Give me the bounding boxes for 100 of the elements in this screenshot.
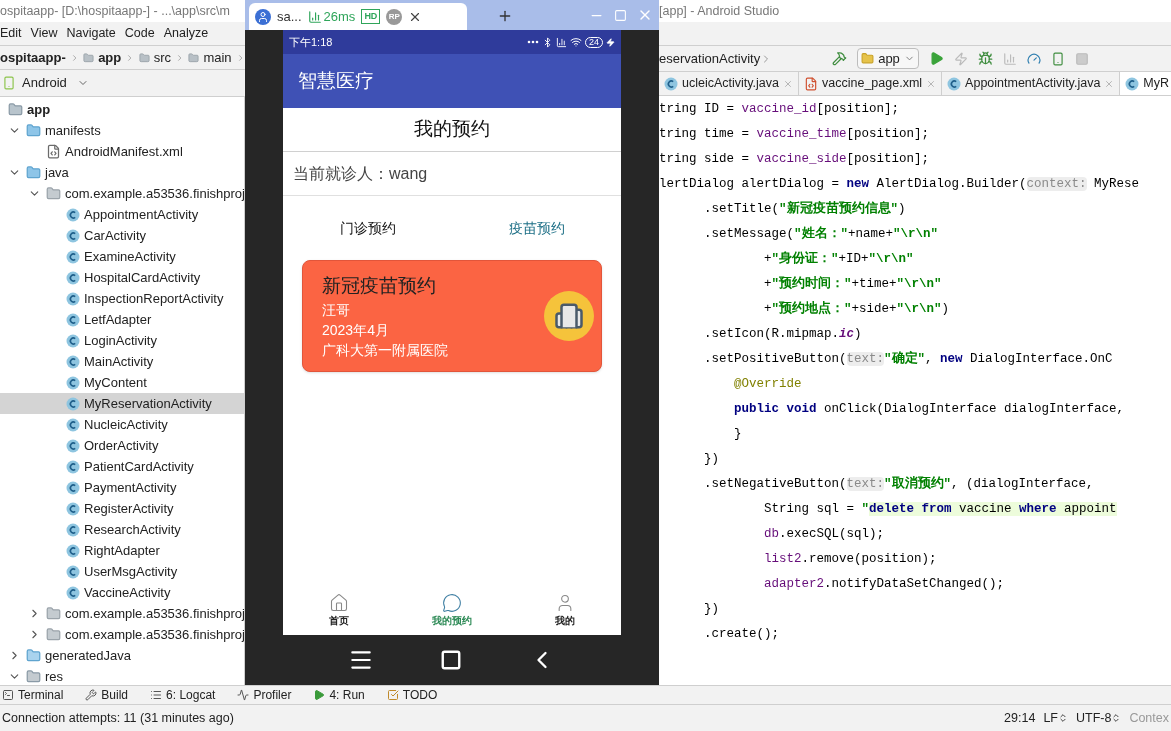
tool-window-button[interactable]: 6: Logcat xyxy=(150,686,216,704)
tree-item[interactable]: java xyxy=(0,162,244,183)
editor-tab[interactable]: MyR xyxy=(1120,72,1171,95)
appointment-tab[interactable]: 门诊预约 xyxy=(331,213,404,243)
tree-item[interactable]: NucleicActivity xyxy=(0,414,244,435)
menu-item[interactable]: Code xyxy=(124,24,155,43)
folder-icon xyxy=(861,52,875,65)
tree-item[interactable]: LoginActivity xyxy=(0,330,244,351)
code-line: .setMessage("姓名："+name+"\r\n" xyxy=(703,225,940,243)
hospital-name: 广科大第一附属医院 xyxy=(322,341,448,360)
tool-window-button[interactable]: 4: Run xyxy=(313,686,365,704)
run-icon[interactable] xyxy=(313,689,326,701)
menu-item[interactable]: Navigate xyxy=(66,24,116,43)
tree-item[interactable]: CarActivity xyxy=(0,225,244,246)
class-icon xyxy=(947,76,962,91)
breadcrumb-item[interactable]: ospitaapp- xyxy=(0,47,66,68)
breadcrumb-item[interactable]: main xyxy=(203,47,232,68)
device-icon[interactable] xyxy=(1050,51,1065,66)
editor-tab[interactable]: vaccine_page.xml xyxy=(799,72,943,95)
tree-item[interactable]: app xyxy=(0,99,244,120)
home-square-icon[interactable] xyxy=(440,649,462,671)
tree-item[interactable]: AppointmentActivity xyxy=(0,204,244,225)
project-view-dropdown[interactable]: Android xyxy=(22,73,67,93)
class-icon xyxy=(66,501,80,516)
run-icon[interactable] xyxy=(928,51,944,66)
class-icon xyxy=(66,291,80,306)
gauge-icon[interactable] xyxy=(1026,51,1041,66)
new-tab-icon[interactable] xyxy=(497,8,513,24)
menu-item[interactable]: View xyxy=(30,24,58,43)
tree-item[interactable]: MyContent xyxy=(0,372,244,393)
tree-item[interactable]: UserMsgActivity xyxy=(0,561,244,582)
tree-item[interactable]: OrderActivity xyxy=(0,435,244,456)
window-title: ospitaapp- [D:\hospitaapp-] - ...\app\src\m xyxy=(0,2,230,20)
class-icon xyxy=(66,228,80,243)
tree-item[interactable]: manifests xyxy=(0,120,244,141)
line-separator[interactable]: LF xyxy=(1043,708,1068,728)
tree-item[interactable]: MainActivity xyxy=(0,351,244,372)
tree-item[interactable]: VaccineActivity xyxy=(0,582,244,603)
vaccine-appointment-card[interactable]: 新冠疫苗预约 汪哥 2023年4月 广科大第一附属医院 xyxy=(302,260,602,372)
tree-item[interactable]: HospitalCardActivity xyxy=(0,267,244,288)
up-down-icon xyxy=(1111,713,1122,723)
class-icon xyxy=(66,585,80,600)
tree-item[interactable]: res xyxy=(0,666,244,685)
tool-window-button[interactable]: Terminal xyxy=(2,686,64,704)
tree-item[interactable]: RightAdapter xyxy=(0,540,244,561)
tree-item[interactable]: com.example.a53536.finishproj xyxy=(0,183,244,204)
card-title: 新冠疫苗预约 xyxy=(322,274,437,298)
logcat-icon[interactable] xyxy=(150,689,163,701)
bottom-nav-item[interactable]: 我的 xyxy=(529,592,600,628)
package-folder-icon xyxy=(46,606,61,621)
profiler-icon[interactable] xyxy=(237,689,250,701)
editor-tab[interactable]: ucleicActivity.java xyxy=(659,72,800,95)
rp-badge: RP xyxy=(386,8,403,25)
tree-item[interactable]: com.example.a53536.finishproj xyxy=(0,603,244,624)
home-icon xyxy=(329,592,350,613)
menu-item[interactable]: Edit xyxy=(0,24,22,43)
build-icon[interactable] xyxy=(85,689,98,701)
code-line: }) xyxy=(703,601,720,618)
android-icon xyxy=(2,76,16,90)
code-line: tring time = vaccine_time[position]; xyxy=(659,126,931,143)
tree-item[interactable]: LetfAdapter xyxy=(0,309,244,330)
breadcrumb-item[interactable]: eservationActivity xyxy=(659,48,761,69)
appointment-tab[interactable]: 疫苗预约 xyxy=(500,213,573,243)
tree-item[interactable]: AndroidManifest.xml xyxy=(0,141,244,162)
tool-window-button[interactable]: TODO xyxy=(386,686,438,704)
todo-icon[interactable] xyxy=(386,689,399,701)
bottom-nav-item[interactable]: 首页 xyxy=(304,592,375,628)
tree-item[interactable]: InspectionReportActivity xyxy=(0,288,244,309)
hd-badge: HD xyxy=(361,8,381,25)
tree-item[interactable]: ResearchActivity xyxy=(0,519,244,540)
wifi-icon xyxy=(570,36,582,48)
breadcrumb-item[interactable]: src xyxy=(153,47,171,68)
tree-item[interactable]: PaymentActivity xyxy=(0,477,244,498)
tree-item[interactable]: MyReservationActivity xyxy=(0,393,244,414)
tree-item[interactable]: generatedJava xyxy=(0,645,244,666)
folder-icon xyxy=(188,50,200,65)
xml-file-icon xyxy=(804,76,819,91)
tree-item[interactable]: RegisterActivity xyxy=(0,498,244,519)
code-line: tring side = vaccine_side[position]; xyxy=(659,151,931,168)
emulator-tab[interactable]: sa... 26ms HD RP xyxy=(249,3,467,30)
breadcrumb-item[interactable]: app xyxy=(98,47,122,68)
tool-window-button[interactable]: Profiler xyxy=(237,686,292,704)
run-config-dropdown[interactable]: app xyxy=(857,48,919,69)
folder-icon xyxy=(83,50,95,65)
code-line: .setTitle("新冠疫苗预约信息") xyxy=(703,200,907,218)
debug-icon[interactable] xyxy=(977,51,993,66)
file-encoding[interactable]: UTF-8 xyxy=(1075,708,1122,728)
status-time: 下午1:18 xyxy=(289,34,333,50)
tool-window-button[interactable]: Build xyxy=(85,686,129,704)
bottom-nav-item[interactable]: 我的预约 xyxy=(417,592,487,628)
menu-item[interactable]: Analyze xyxy=(163,24,209,43)
tree-item[interactable]: PatientCardActivity xyxy=(0,456,244,477)
code-line: db.execSQL(sql); xyxy=(763,526,886,543)
class-icon xyxy=(66,564,80,579)
patient-name: 汪哥 xyxy=(322,301,351,320)
terminal-icon[interactable] xyxy=(2,689,14,701)
tree-item[interactable]: ExamineActivity xyxy=(0,246,244,267)
caret-position[interactable]: 29:14 xyxy=(1004,708,1036,728)
hammer-icon[interactable] xyxy=(832,51,848,66)
tree-item[interactable]: com.example.a53536.finishproj xyxy=(0,624,244,645)
